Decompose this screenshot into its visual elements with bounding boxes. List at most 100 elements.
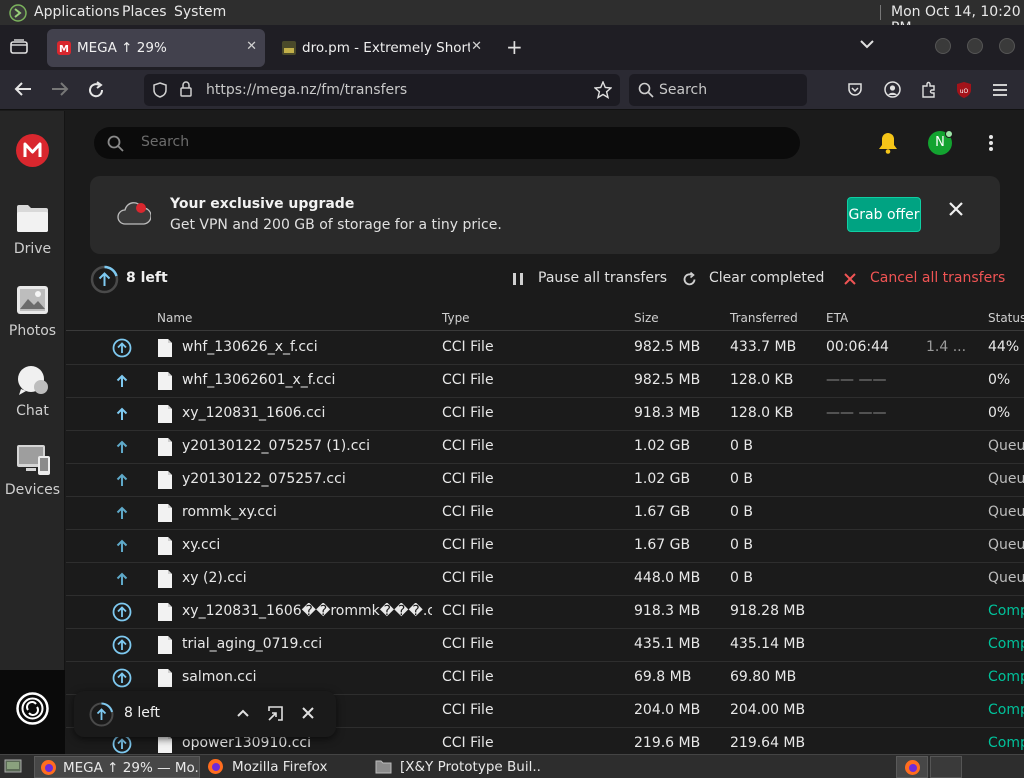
clear-completed-button[interactable]: Clear completed	[709, 270, 824, 286]
cell-status: Queued	[988, 504, 1024, 520]
mega-logo-icon[interactable]	[16, 134, 49, 167]
menu-applications[interactable]: Applications	[34, 4, 120, 20]
pause-all-transfers-button[interactable]: Pause all transfers	[538, 270, 667, 286]
maximize-window-icon[interactable]	[967, 38, 983, 54]
column-size[interactable]: Size	[634, 311, 659, 325]
taskbar-item-mega[interactable]: MEGA ↑ 29% — Mo...	[34, 756, 200, 778]
more-options-icon[interactable]	[988, 134, 994, 152]
folder-icon	[375, 759, 392, 774]
pause-icon[interactable]	[512, 272, 524, 286]
taskbar-item-firefox[interactable]: Mozilla Firefox	[204, 756, 366, 778]
upload-circle-icon	[112, 734, 132, 754]
table-row[interactable]: xy (2).cci CCI File 448.0 MB 0 B Queued	[66, 563, 1024, 596]
column-transferred[interactable]: Transferred	[730, 311, 798, 325]
ublock-origin-icon[interactable]: uO	[956, 81, 972, 99]
table-row[interactable]: xy_120831_1606.cci CCI File 918.3 MB 128.0 …	[66, 398, 1024, 431]
workspace-2[interactable]	[930, 756, 962, 778]
gnome-foot-icon[interactable]	[9, 4, 27, 22]
back-arrow-icon[interactable]	[14, 81, 32, 97]
cell-transferred: 0 B	[730, 537, 753, 553]
tab-mega[interactable]: M MEGA ↑ 29% ✕	[47, 29, 265, 67]
shield-icon[interactable]	[153, 82, 167, 98]
show-desktop-icon[interactable]	[4, 758, 22, 774]
tab-overview-icon[interactable]	[10, 39, 28, 55]
column-name[interactable]: Name	[157, 311, 192, 325]
upload-arrow-icon	[112, 371, 132, 391]
panel-separator	[880, 5, 881, 20]
file-icon	[157, 437, 173, 457]
cell-size: 982.5 MB	[634, 339, 701, 355]
sidebar-item-chat[interactable]: Chat	[0, 365, 65, 425]
chevron-up-icon[interactable]	[237, 709, 249, 717]
upload-progress-ring-icon	[89, 702, 114, 727]
tab-dropm[interactable]: dro.pm - Extremely Short Li ✕	[272, 29, 490, 67]
browser-search-bar[interactable]: Search	[629, 74, 807, 106]
cell-eta: —— ——	[826, 405, 887, 421]
notification-bell-icon[interactable]	[878, 132, 898, 154]
mega-search-bar[interactable]: Search	[94, 127, 800, 159]
cell-eta: 00:06:44	[826, 339, 889, 355]
menu-system[interactable]: System	[174, 4, 226, 20]
lock-icon[interactable]	[180, 81, 192, 97]
close-icon[interactable]	[302, 707, 314, 719]
sidebar-item-drive[interactable]: Drive	[0, 203, 65, 263]
cell-type: CCI File	[442, 372, 494, 388]
table-row[interactable]: y20130122_075257.cci CCI File 1.02 GB 0 B Qu…	[66, 464, 1024, 497]
sidebar-label-drive: Drive	[13, 241, 52, 257]
grab-offer-button[interactable]: Grab offer	[847, 197, 921, 232]
extensions-icon[interactable]	[920, 81, 937, 98]
table-row[interactable]: whf_13062601_x_f.cci CCI File 982.5 MB 128.…	[66, 365, 1024, 398]
mega-search-placeholder: Search	[141, 134, 190, 150]
sync-app-icon[interactable]	[16, 692, 49, 725]
table-row[interactable]: xy.cci CCI File 1.67 GB 0 B Queued	[66, 530, 1024, 563]
table-row[interactable]: rommk_xy.cci CCI File 1.67 GB 0 B Queued	[66, 497, 1024, 530]
bookmark-star-icon[interactable]	[594, 81, 612, 99]
column-status[interactable]: Status	[988, 311, 1024, 325]
minimize-window-icon[interactable]	[935, 38, 951, 54]
cell-name: whf_13062601_x_f.cci	[182, 372, 336, 388]
cell-eta: —— ——	[826, 372, 887, 388]
cell-size: 918.3 MB	[634, 405, 701, 421]
sidebar-item-photos[interactable]: Photos	[0, 285, 65, 345]
open-transfers-icon[interactable]	[268, 706, 283, 721]
menu-hamburger-icon[interactable]	[992, 83, 1008, 97]
taskbar-item-folder[interactable]: [X&Y Prototype Buil...	[372, 756, 540, 778]
sidebar-item-devices[interactable]: Devices	[0, 444, 65, 504]
workspace-switcher[interactable]	[896, 756, 928, 778]
new-tab-icon[interactable]: +	[506, 35, 523, 59]
close-window-icon[interactable]	[999, 38, 1015, 54]
transfers-table-header: Name Type Size Transferred ETA Status	[66, 307, 1024, 331]
url-text[interactable]: https://mega.nz/fm/transfers	[206, 82, 407, 98]
cancel-x-icon[interactable]	[844, 273, 856, 285]
cell-name: y20130122_075257 (1).cci	[182, 438, 371, 454]
reload-icon[interactable]	[87, 81, 105, 99]
column-eta[interactable]: ETA	[826, 311, 848, 325]
cancel-all-transfers-button[interactable]: Cancel all transfers	[870, 270, 1005, 286]
cell-type: CCI File	[442, 405, 494, 421]
table-row[interactable]: whf_130626_x_f.cci CCI File 982.5 MB 433.7 …	[66, 332, 1024, 365]
file-icon	[157, 503, 173, 523]
close-icon[interactable]	[948, 201, 964, 217]
cell-name: xy_120831_1606.cci	[182, 405, 326, 421]
refresh-icon[interactable]	[682, 272, 697, 287]
pocket-icon[interactable]	[847, 82, 863, 98]
account-icon[interactable]	[884, 81, 901, 98]
url-bar[interactable]: https://mega.nz/fm/transfers	[144, 74, 620, 106]
tab-close-icon[interactable]: ✕	[471, 39, 482, 54]
cell-status: Queued	[988, 570, 1024, 586]
table-row[interactable]: y20130122_075257 (1).cci CCI File 1.02 GB 0…	[66, 431, 1024, 464]
search-icon	[107, 135, 124, 152]
avatar[interactable]: N	[928, 130, 953, 155]
table-row[interactable]: trial_aging_0719.cci CCI File 435.1 MB 435.…	[66, 629, 1024, 662]
cell-size: 448.0 MB	[634, 570, 701, 586]
tab-bar: M MEGA ↑ 29% ✕ dro.pm - Extremely Short …	[0, 25, 1024, 70]
tab-close-icon[interactable]: ✕	[246, 39, 257, 54]
table-row[interactable]: xy_120831_1606��rommk���.cci CCI File 918.…	[66, 596, 1024, 629]
cell-status: 44%	[988, 339, 1020, 355]
forward-arrow-icon[interactable]	[51, 81, 69, 97]
column-type[interactable]: Type	[442, 311, 470, 325]
folder-icon	[16, 203, 49, 233]
list-tabs-chevron-icon[interactable]	[860, 39, 874, 49]
menu-places[interactable]: Places	[122, 4, 167, 20]
cell-status: 0%	[988, 405, 1011, 421]
